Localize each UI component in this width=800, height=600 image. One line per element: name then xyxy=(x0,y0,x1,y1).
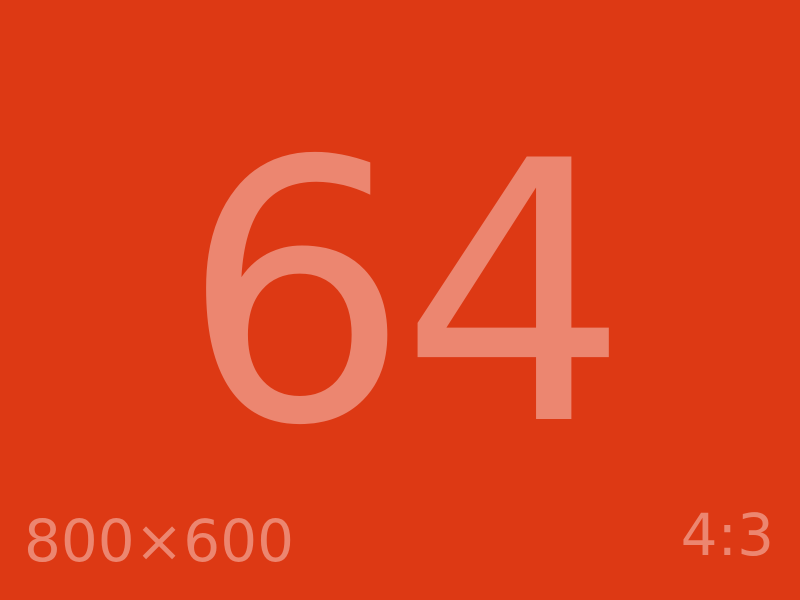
aspect-ratio-label: 4:3 xyxy=(680,501,774,569)
main-number: 64 xyxy=(180,85,629,504)
dimensions-label: 800×600 xyxy=(24,507,295,575)
placeholder-canvas: 64 800×600 4:3 xyxy=(0,0,800,600)
